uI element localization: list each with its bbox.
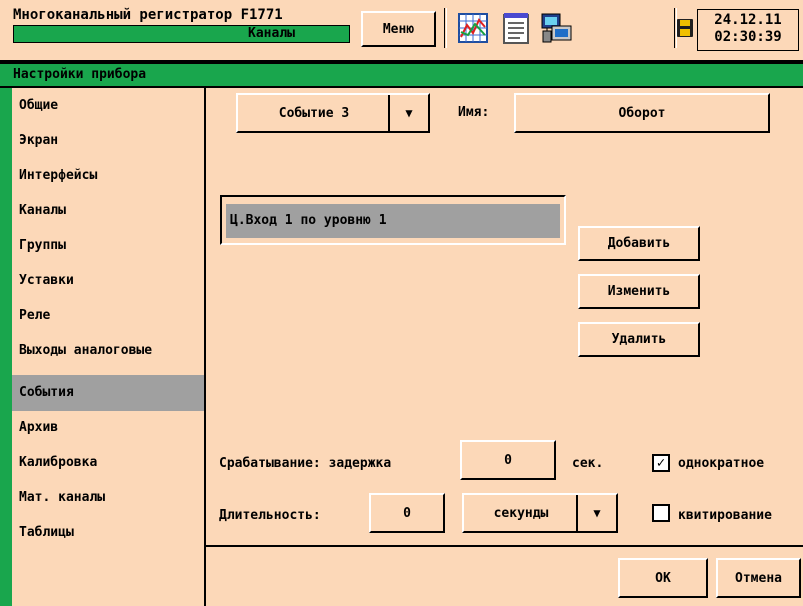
trigger-delay-label: Срабатывание: задержка <box>219 456 392 471</box>
sidebar-item-general[interactable]: Общие <box>12 88 204 124</box>
sidebar-item-interfaces[interactable]: Интерфейсы <box>12 158 204 194</box>
sidebar-item-relays[interactable]: Реле <box>12 298 204 334</box>
date-text: 24.12.11 <box>714 12 782 28</box>
app-title: Многоканальный регистратор F1771 <box>13 7 283 23</box>
trigger-delay-value: 0 <box>504 452 512 468</box>
menu-button-label: Меню <box>382 21 415 37</box>
trigger-unit-label: сек. <box>572 456 604 471</box>
list-item[interactable]: Ц.Вход 1 по уровню 1 <box>226 204 560 238</box>
chart-icon[interactable] <box>456 12 490 44</box>
title-bar: Многоканальный регистратор F1771 Каналы … <box>0 0 803 62</box>
edit-button-label: Изменить <box>607 284 671 299</box>
cancel-button-label: Отмена <box>735 570 782 586</box>
notepad-icon[interactable] <box>499 12 533 44</box>
duration-input[interactable]: 0 <box>369 493 445 533</box>
section-header: Настройки прибора <box>0 62 803 88</box>
conditions-list[interactable]: Ц.Вход 1 по уровню 1 <box>220 195 566 245</box>
toolbar-separator <box>444 8 447 48</box>
trigger-delay-input[interactable]: 0 <box>460 440 556 480</box>
time-text: 02:30:39 <box>714 29 782 45</box>
sidebar-item-events[interactable]: События <box>12 375 204 411</box>
ack-label: квитирование <box>678 508 772 523</box>
delete-button[interactable]: Удалить <box>578 322 700 357</box>
datetime-display: 24.12.11 02:30:39 <box>697 9 799 51</box>
settings-sidebar: Общие Экран Интерфейсы Каналы Группы Уст… <box>0 88 206 606</box>
duration-value: 0 <box>403 505 411 521</box>
footer-divider <box>206 545 803 547</box>
sidebar-item-setpoints[interactable]: Уставки <box>12 263 204 299</box>
chevron-down-icon[interactable]: ▼ <box>576 495 616 531</box>
duration-unit-select[interactable]: секунды ▼ <box>462 493 618 533</box>
duration-unit-value: секунды <box>493 505 549 521</box>
chevron-down-icon[interactable]: ▼ <box>388 95 428 131</box>
oneshot-checkbox[interactable]: ✓ <box>652 454 670 472</box>
delete-button-label: Удалить <box>611 332 667 347</box>
current-page-label: Каналы <box>13 25 350 43</box>
oneshot-label: однократное <box>678 456 765 471</box>
sidebar-item-channels[interactable]: Каналы <box>12 193 204 229</box>
network-computer-icon[interactable] <box>540 12 574 44</box>
sidebar-item-math-channels[interactable]: Мат. каналы <box>12 480 204 516</box>
floppy-disk-icon <box>674 12 696 44</box>
sidebar-item-calibration[interactable]: Калибровка <box>12 445 204 481</box>
sidebar-item-tables[interactable]: Таблицы <box>12 515 204 551</box>
screen: Многоканальный регистратор F1771 Каналы … <box>0 0 803 606</box>
sidebar-item-archive[interactable]: Архив <box>12 410 204 446</box>
cancel-button[interactable]: Отмена <box>716 558 801 598</box>
event-select[interactable]: Событие 3 ▼ <box>236 93 430 133</box>
duration-label: Длительность: <box>219 508 321 523</box>
sidebar-item-screen[interactable]: Экран <box>12 123 204 159</box>
add-button[interactable]: Добавить <box>578 226 700 261</box>
ok-button-label: OK <box>655 570 671 586</box>
menu-button[interactable]: Меню <box>361 11 436 47</box>
edit-button[interactable]: Изменить <box>578 274 700 309</box>
ok-button[interactable]: OK <box>618 558 708 598</box>
event-settings-panel: Событие 3 ▼ Имя: Оборот Ц.Вход 1 по уров… <box>206 88 803 606</box>
name-label: Имя: <box>458 105 490 120</box>
ack-checkbox[interactable] <box>652 504 670 522</box>
sidebar-item-groups[interactable]: Группы <box>12 228 204 264</box>
event-name-field[interactable]: Оборот <box>514 93 770 133</box>
event-select-value: Событие 3 <box>278 105 350 121</box>
event-name-value: Оборот <box>618 105 666 121</box>
sidebar-item-analog-outputs[interactable]: Выходы аналоговые <box>12 333 204 369</box>
add-button-label: Добавить <box>607 236 671 251</box>
